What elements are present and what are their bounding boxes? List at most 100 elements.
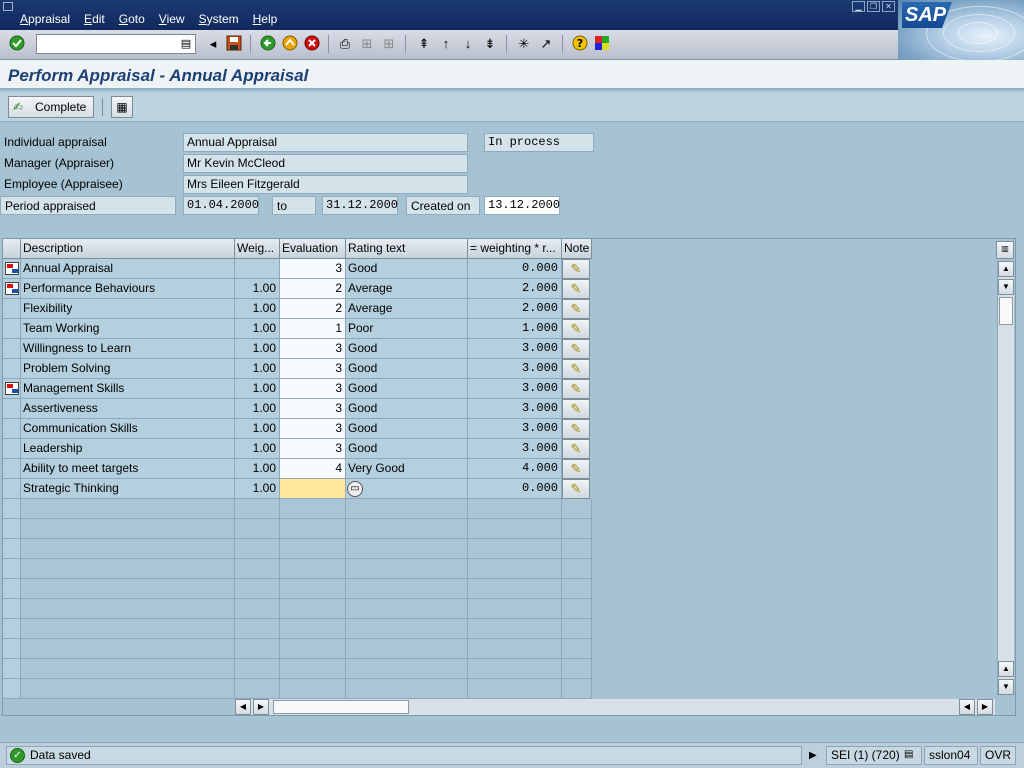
system-menu-icon[interactable] [3, 2, 13, 11]
row-selector[interactable] [3, 619, 21, 639]
row-selector[interactable] [3, 499, 21, 519]
note-button[interactable]: ✎ [562, 259, 590, 279]
note-button[interactable]: ✎ [562, 359, 590, 379]
cell-evaluation[interactable]: 3 [280, 439, 346, 459]
last-page-icon[interactable]: ⇟ [481, 35, 499, 53]
scroll-page-down-icon[interactable]: ▼ [998, 679, 1014, 695]
column-settings-icon[interactable]: ▥ [996, 241, 1014, 259]
row-selector[interactable] [3, 439, 21, 459]
cancel-icon[interactable] [303, 35, 321, 53]
select-all-cell[interactable] [3, 239, 21, 259]
cell-evaluation[interactable]: 3 [280, 359, 346, 379]
first-page-icon[interactable]: ⇞ [415, 35, 433, 53]
scroll-down-icon[interactable]: ▼ [998, 279, 1014, 295]
note-button[interactable]: ✎ [562, 279, 590, 299]
menu-goto[interactable]: Goto [119, 12, 145, 26]
row-selector[interactable] [3, 659, 21, 679]
row-selector[interactable] [3, 299, 21, 319]
scroll-far-right-icon[interactable]: ▶ [977, 699, 993, 715]
horizontal-scrollbar[interactable]: ◀ ▶ ◀ ▶ [235, 699, 995, 715]
table-settings-button[interactable]: ▦ [111, 96, 133, 118]
status-expand-icon[interactable]: ▶ [809, 750, 817, 761]
row-selector[interactable] [3, 259, 21, 279]
cell-evaluation[interactable]: 3 [280, 339, 346, 359]
note-button[interactable]: ✎ [562, 439, 590, 459]
scroll-left-icon[interactable]: ◀ [235, 699, 251, 715]
scroll-up-icon[interactable]: ▲ [998, 261, 1014, 277]
restore-icon[interactable]: ❐ [867, 1, 880, 12]
row-selector[interactable] [3, 419, 21, 439]
arrow-left-icon[interactable]: ◂ [204, 35, 222, 53]
note-button[interactable]: ✎ [562, 379, 590, 399]
menu-appraisal[interactable]: Appraisal [20, 12, 70, 26]
menu-edit[interactable]: Edit [84, 12, 105, 26]
print-icon[interactable]: ⎙ [336, 35, 354, 53]
row-selector[interactable] [3, 599, 21, 619]
complete-button[interactable]: ✍ Complete [8, 96, 94, 118]
row-selector[interactable] [3, 519, 21, 539]
menu-view[interactable]: View [159, 12, 185, 26]
note-button[interactable]: ✎ [562, 459, 590, 479]
cell-evaluation[interactable] [280, 479, 346, 499]
system-info-icon[interactable]: ▤ [904, 749, 913, 760]
note-button[interactable]: ✎ [562, 479, 590, 499]
row-selector[interactable] [3, 539, 21, 559]
minimize-icon[interactable]: ▁ [852, 1, 865, 12]
cell-evaluation[interactable]: 3 [280, 379, 346, 399]
enter-icon[interactable] [8, 35, 26, 53]
cell-evaluation[interactable]: 1 [280, 319, 346, 339]
row-selector[interactable] [3, 379, 21, 399]
exit-icon[interactable] [281, 35, 299, 53]
row-selector[interactable] [3, 479, 21, 499]
scroll-right-icon[interactable]: ▶ [253, 699, 269, 715]
note-button[interactable]: ✎ [562, 419, 590, 439]
scroll-page-up-icon[interactable]: ▲ [998, 661, 1014, 677]
cell-evaluation[interactable]: 3 [280, 399, 346, 419]
close-window-icon[interactable]: ✕ [882, 1, 895, 12]
help-icon[interactable]: ? [571, 35, 589, 53]
create-session-icon[interactable]: ✳ [515, 35, 533, 53]
cell-evaluation[interactable]: 2 [280, 279, 346, 299]
command-history-icon[interactable]: ▤ [177, 35, 195, 53]
cell-evaluation[interactable]: 3 [280, 259, 346, 279]
vertical-scroll-thumb[interactable] [999, 297, 1013, 325]
row-selector[interactable] [3, 559, 21, 579]
scroll-far-left-icon[interactable]: ◀ [959, 699, 975, 715]
command-field[interactable] [36, 34, 196, 54]
row-selector[interactable] [3, 639, 21, 659]
row-selector[interactable] [3, 319, 21, 339]
row-selector[interactable] [3, 459, 21, 479]
column-header-weight[interactable]: Weig... [235, 239, 280, 259]
previous-page-icon[interactable]: ↑ [437, 35, 455, 53]
status-message-box[interactable]: ✓ Data saved [6, 746, 802, 765]
row-selector[interactable] [3, 399, 21, 419]
value-help-icon[interactable]: ▭ [347, 481, 363, 497]
cell-evaluation[interactable]: 3 [280, 419, 346, 439]
note-button[interactable]: ✎ [562, 299, 590, 319]
find-next-icon[interactable]: ⊞ [380, 35, 398, 53]
shortcut-icon[interactable]: ↗ [537, 35, 555, 53]
menu-help[interactable]: Help [253, 12, 278, 26]
next-page-icon[interactable]: ↓ [459, 35, 477, 53]
horizontal-scroll-thumb[interactable] [273, 700, 409, 714]
row-selector[interactable] [3, 279, 21, 299]
note-button[interactable]: ✎ [562, 399, 590, 419]
note-button[interactable]: ✎ [562, 339, 590, 359]
row-selector[interactable] [3, 359, 21, 379]
column-header-description[interactable]: Description [21, 239, 235, 259]
back-icon[interactable] [259, 35, 277, 53]
find-icon[interactable]: ⊞ [358, 35, 376, 53]
row-selector[interactable] [3, 679, 21, 699]
column-header-note[interactable]: Note [562, 239, 592, 259]
row-selector[interactable] [3, 339, 21, 359]
column-header-evaluation[interactable]: Evaluation [280, 239, 346, 259]
row-selector[interactable] [3, 579, 21, 599]
save-icon[interactable] [225, 35, 243, 53]
cell-evaluation[interactable]: 4 [280, 459, 346, 479]
column-header-rating[interactable]: Rating text [346, 239, 468, 259]
cell-evaluation[interactable]: 2 [280, 299, 346, 319]
column-header-weighted[interactable]: = weighting * r... [468, 239, 562, 259]
menu-system[interactable]: System [199, 12, 239, 26]
vertical-scrollbar[interactable]: ▲ ▼ ▲ ▼ [997, 261, 1014, 695]
note-button[interactable]: ✎ [562, 319, 590, 339]
